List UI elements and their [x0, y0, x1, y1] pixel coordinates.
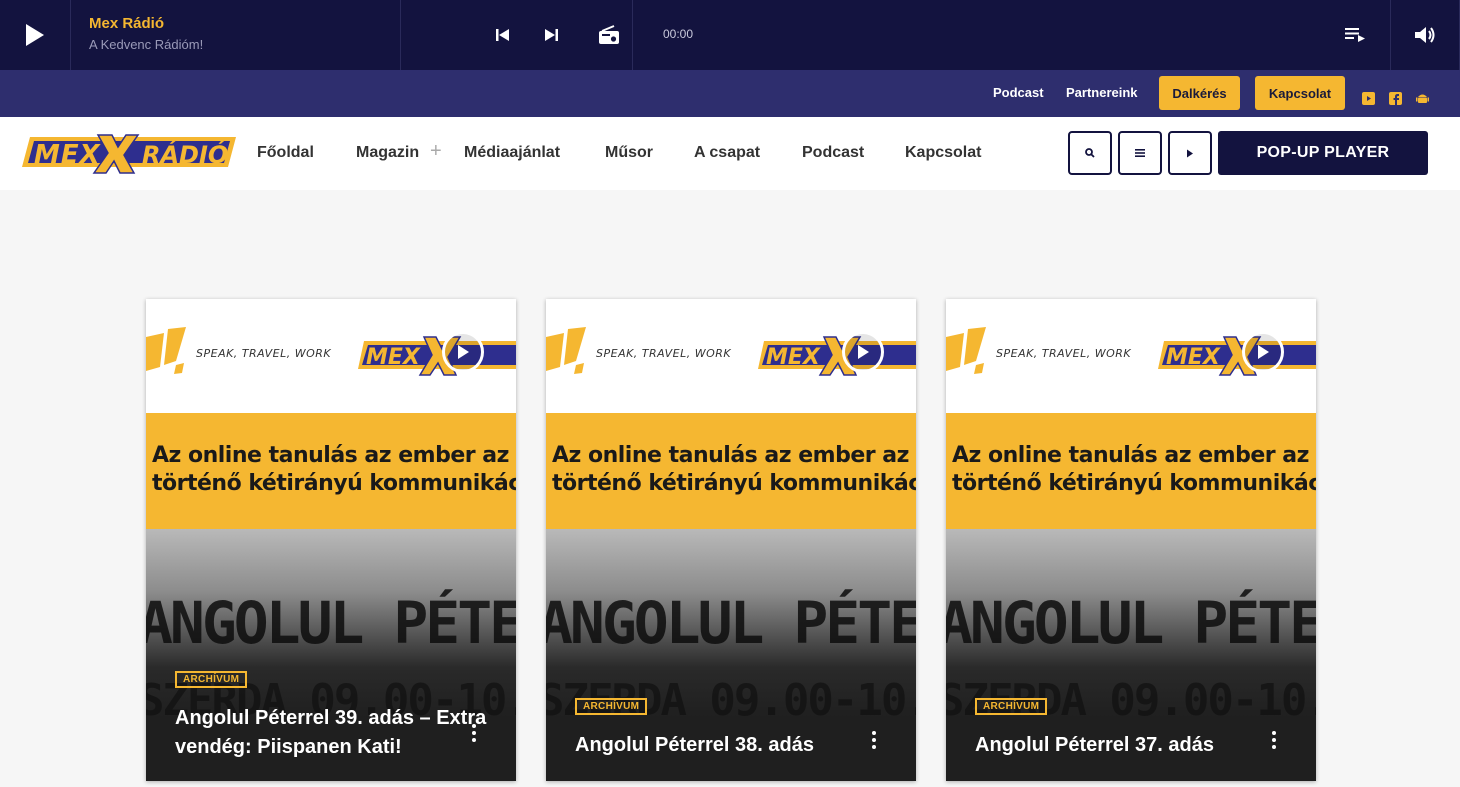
card-play-button[interactable]: [1242, 331, 1284, 373]
svg-text:MEX: MEX: [366, 345, 421, 370]
secondary-bar: [0, 70, 1460, 117]
player-bar: Mex Rádió A Kedvenc Rádióm! 00:00: [0, 0, 1460, 70]
main-nav: MEX RÁDIÓ Főoldal Magazin + Médiaajánlat…: [0, 117, 1460, 190]
search-button[interactable]: [1068, 131, 1112, 175]
podcast-card[interactable]: SPEAK, TRAVEL, WORK MEX Az online tanulá…: [946, 299, 1316, 781]
card-play-button[interactable]: [842, 331, 884, 373]
time-display: 00:00: [663, 27, 694, 41]
search-icon: [1085, 148, 1095, 158]
nav-program[interactable]: Műsor: [605, 144, 653, 162]
nav-contact[interactable]: Kapcsolat: [905, 144, 981, 162]
card-image-title: ANGOLUL PÉTERREL: [546, 589, 916, 657]
more-options-icon[interactable]: [868, 731, 880, 753]
card-thumbnail: SPEAK, TRAVEL, WORK MEX: [546, 299, 916, 413]
ok-logo-icon: [146, 327, 186, 374]
svg-text:MEX: MEX: [766, 345, 821, 370]
play-icon: [26, 24, 44, 46]
card-image-tagline: SPEAK, TRAVEL, WORK: [596, 347, 732, 360]
card-image-logo: MEX: [758, 336, 916, 376]
previous-icon: [496, 29, 509, 41]
card-image-title: ANGOLUL PÉTERREL: [946, 589, 1316, 657]
android-icon[interactable]: [1416, 92, 1429, 105]
playlist-icon: [1345, 28, 1365, 42]
play-icon: [858, 345, 869, 359]
svg-text:MEX: MEX: [34, 140, 102, 170]
more-options-icon[interactable]: [468, 724, 480, 746]
card-image-title: ANGOLUL PÉTERREL: [146, 589, 516, 657]
play-icon: [458, 345, 469, 359]
ok-logo-icon: [546, 327, 586, 374]
next-icon: [545, 29, 558, 41]
site-logo[interactable]: MEX RÁDIÓ: [20, 133, 238, 175]
play-icon: [1258, 345, 1269, 359]
podcast-card[interactable]: SPEAK, TRAVEL, WORK MEX Az online tanulá…: [146, 299, 516, 781]
svg-text:MEX: MEX: [1166, 345, 1221, 370]
card-image-tagline: SPEAK, TRAVEL, WORK: [996, 347, 1132, 360]
card-play-button[interactable]: [442, 331, 484, 373]
radio-button[interactable]: [597, 23, 621, 47]
play-button[interactable]: [0, 0, 71, 70]
card-tag[interactable]: ARCHÍVUM: [975, 698, 1048, 715]
song-request-button[interactable]: Dalkérés: [1159, 76, 1240, 110]
menu-button[interactable]: [1118, 131, 1162, 175]
ok-logo-icon: [946, 327, 986, 374]
youtube-icon[interactable]: [1362, 92, 1375, 105]
card-image-banner: Az online tanulás az ember az emberrel t…: [146, 413, 516, 529]
card-title[interactable]: Angolul Péterrel 38. adás: [575, 731, 895, 760]
card-tag[interactable]: ARCHÍVUM: [575, 698, 648, 715]
station-slogan: A Kedvenc Rádióm!: [89, 37, 204, 52]
nav-magazine[interactable]: Magazin: [356, 144, 419, 162]
previous-button[interactable]: [491, 23, 515, 47]
station-info: Mex Rádió A Kedvenc Rádióm!: [71, 0, 401, 70]
expand-plus-icon[interactable]: +: [430, 140, 442, 163]
playback-controls: [401, 0, 633, 70]
card-thumbnail: SPEAK, TRAVEL, WORK MEX: [946, 299, 1316, 413]
card-tag[interactable]: ARCHÍVUM: [175, 671, 248, 688]
podcast-card[interactable]: SPEAK, TRAVEL, WORK MEX Az online tanulá…: [546, 299, 916, 781]
next-button[interactable]: [539, 23, 563, 47]
card-image-banner: Az online tanulás az ember az emberrel t…: [546, 413, 916, 529]
nav-home[interactable]: Főoldal: [257, 144, 314, 162]
more-options-icon[interactable]: [1268, 731, 1280, 753]
contact-button[interactable]: Kapcsolat: [1255, 76, 1345, 110]
play-icon: [1187, 149, 1193, 157]
card-title[interactable]: Angolul Péterrel 37. adás: [975, 731, 1295, 760]
nav-podcast[interactable]: Podcast: [802, 144, 864, 162]
card-thumbnail: SPEAK, TRAVEL, WORK MEX: [146, 299, 516, 413]
card-image-logo: MEX: [1158, 336, 1316, 376]
svg-text:RÁDIÓ: RÁDIÓ: [142, 139, 228, 169]
podcast-link[interactable]: Podcast: [993, 85, 1044, 100]
playlist-button[interactable]: [1344, 23, 1366, 50]
card-image-banner: Az online tanulás az ember az emberrel t…: [946, 413, 1316, 529]
menu-icon: [1135, 149, 1145, 157]
volume-button[interactable]: [1391, 0, 1460, 70]
nav-media-offer[interactable]: Médiaajánlat: [464, 144, 560, 162]
popup-player-button[interactable]: POP-UP PLAYER: [1218, 131, 1428, 175]
card-image-logo: MEX: [358, 336, 516, 376]
volume-icon: [1415, 27, 1435, 43]
card-image-tagline: SPEAK, TRAVEL, WORK: [196, 347, 332, 360]
radio-icon: [599, 25, 619, 44]
progress-area: 00:00: [633, 0, 1391, 70]
card-title[interactable]: Angolul Péterrel 39. adás – Extra vendég…: [175, 704, 495, 762]
partners-link[interactable]: Partnereink: [1066, 85, 1138, 100]
station-name: Mex Rádió: [89, 15, 165, 32]
facebook-icon[interactable]: [1389, 92, 1402, 105]
nav-play-button[interactable]: [1168, 131, 1212, 175]
nav-team[interactable]: A csapat: [694, 144, 760, 162]
